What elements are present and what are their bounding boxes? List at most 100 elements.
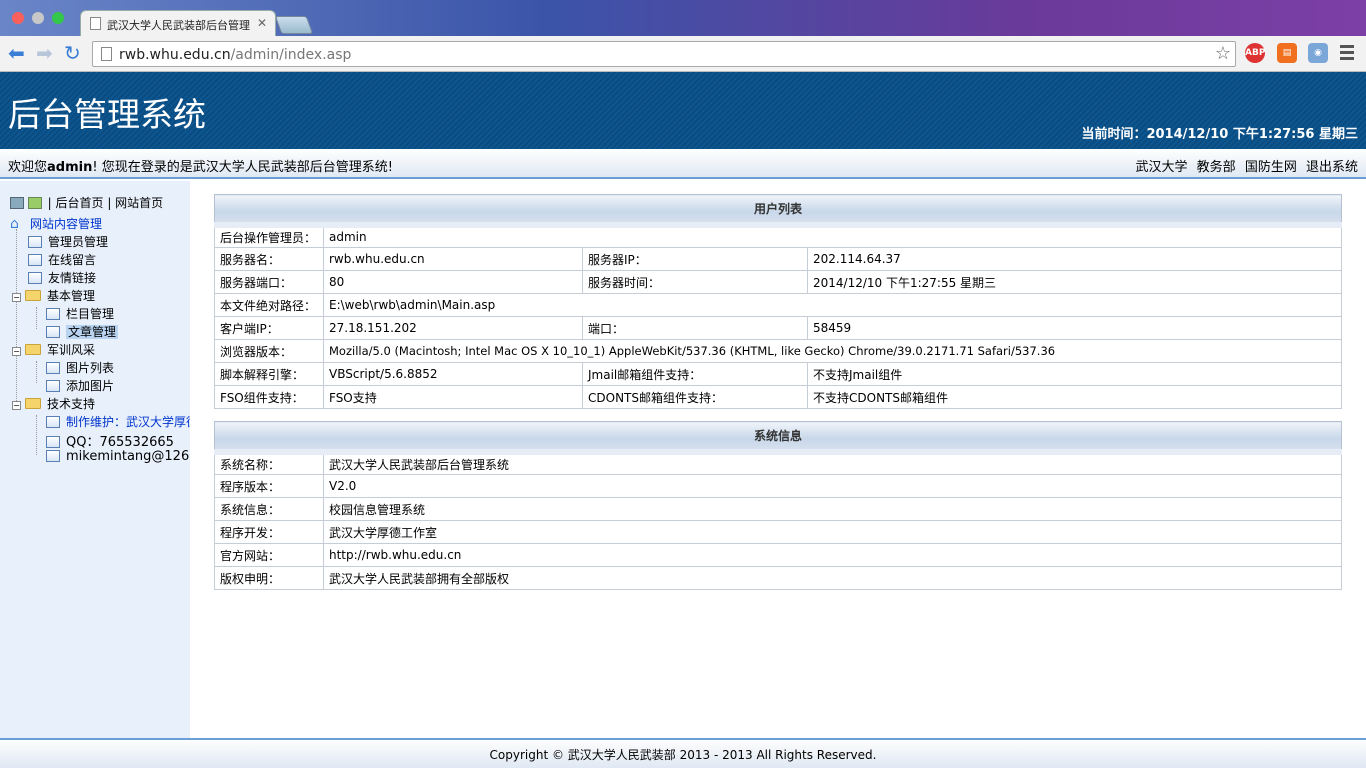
sidebar-folder-support[interactable]: − 技术支持 (12, 395, 95, 412)
zoom-window-button[interactable] (52, 12, 64, 24)
table-row: 客户端IP： 27.18.151.202 端口： 58459 (214, 316, 1342, 340)
forward-arrow-icon[interactable]: ➡ (36, 42, 53, 64)
sidebar-item-links[interactable]: 友情链接 (28, 269, 96, 286)
row-value: V2.0 (323, 474, 1342, 498)
tree-collapse-icon[interactable] (10, 197, 24, 209)
folder-open-icon (25, 344, 41, 355)
row-label: 本文件绝对路径： (214, 293, 324, 317)
close-tab-icon[interactable]: ✕ (257, 16, 267, 30)
sidebar-item-label: mikemintang@126.com (66, 449, 190, 464)
page-title: 后台管理系统 (8, 95, 206, 134)
url-host: rwb.whu.edu.cn (119, 47, 231, 63)
browser-toolbar: ⬅ ➡ ↻ rwb.whu.edu.cn/admin/index.asp ☆ A… (0, 36, 1366, 72)
row-label: Jmail邮箱组件支持： (582, 362, 808, 386)
back-arrow-icon[interactable]: ⬅ (8, 42, 25, 64)
new-tab-button[interactable] (274, 16, 314, 34)
logout-link[interactable]: 退出系统 (1306, 160, 1358, 175)
row-value[interactable]: http://rwb.whu.edu.cn (323, 543, 1342, 567)
username: admin (47, 160, 93, 175)
page-icon (90, 17, 101, 30)
page-header: 后台管理系统 当前时间：2014/12/10 下午1:27:56 星期三 (0, 72, 1366, 149)
row-value: 202.114.64.37 (807, 247, 1342, 271)
browser-tab[interactable]: 武汉大学人民武装部后台管理 ✕ (80, 10, 276, 36)
minimize-window-button[interactable] (32, 12, 44, 24)
row-value: 58459 (807, 316, 1342, 340)
table-row: 官方网站： http://rwb.whu.edu.cn (214, 543, 1342, 567)
bookmark-star-icon[interactable]: ☆ (1215, 43, 1231, 64)
sidebar-item-messages[interactable]: 在线留言 (28, 251, 96, 268)
row-value: Mozilla/5.0 (Macintosh; Intel Mac OS X 1… (323, 339, 1342, 363)
table-row: 版权申明： 武汉大学人民武装部拥有全部版权 (214, 566, 1342, 590)
tree-root-label: 网站内容管理 (30, 217, 103, 231)
page-icon (46, 308, 60, 320)
system-info-table: 系统信息 系统名称： 武汉大学人民武装部后台管理系统 程序版本： V2.0 系统信息… (214, 421, 1342, 590)
table-row: 系统名称： 武汉大学人民武装部后台管理系统 (214, 451, 1342, 475)
sidebar-folder-training[interactable]: − 军训风采 (12, 341, 95, 358)
collapse-toggle-icon[interactable]: − (12, 347, 21, 356)
sidebar-item-columns[interactable]: 栏目管理 (46, 305, 114, 322)
tree-line (36, 415, 37, 455)
link-whu[interactable]: 武汉大学 (1136, 160, 1188, 175)
table-row: FSO组件支持： FSO支持 CDONTS邮箱组件支持： 不支持CDONTS邮箱组件 (214, 385, 1342, 409)
table-row: 系统信息： 校园信息管理系统 (214, 497, 1342, 521)
row-label: 版权申明： (214, 566, 324, 590)
row-label: 程序版本： (214, 474, 324, 498)
row-value: 80 (323, 270, 583, 294)
sidebar-item-image-list[interactable]: 图片列表 (46, 359, 114, 376)
row-label: 浏览器版本： (214, 339, 324, 363)
top-links: 武汉大学 教务部 国防生网 退出系统 (1131, 156, 1358, 175)
main-content: 用户列表 后台操作管理员： admin 服务器名： rwb.whu.edu.cn 服务… (214, 194, 1342, 590)
welcome-bar: 欢迎您admin! 您现在登录的是武汉大学人民武装部后台管理系统! 武汉大学 教… (0, 149, 1366, 179)
sidebar-item-maintainer[interactable]: 制作维护：武汉大学厚德 (46, 413, 190, 430)
sidebar-item-label: 友情链接 (48, 271, 97, 285)
tab-title: 武汉大学人民武装部后台管理 (107, 19, 250, 32)
extension-icon[interactable]: ▤ (1277, 43, 1297, 63)
sidebar-item-add-image[interactable]: 添加图片 (46, 377, 114, 394)
sidebar-item-admin[interactable]: 管理员管理 (28, 233, 108, 250)
table-row: 本文件绝对路径： E:\web\rwb\admin\Main.asp (214, 293, 1342, 317)
row-label: 服务器名： (214, 247, 324, 271)
menu-icon[interactable] (1340, 45, 1354, 63)
sidebar-item-articles[interactable]: 文章管理 (46, 323, 119, 340)
link-guofangsheng[interactable]: 国防生网 (1245, 160, 1297, 175)
collapse-toggle-icon[interactable]: − (12, 401, 21, 410)
tree-root[interactable]: ⌂ 网站内容管理 (10, 215, 102, 232)
sidebar-folder-basic[interactable]: − 基本管理 (12, 287, 95, 304)
page-icon (28, 236, 42, 248)
camera-extension-icon[interactable]: ◉ (1308, 43, 1328, 63)
table-row: 浏览器版本： Mozilla/5.0 (Macintosh; Intel Mac … (214, 339, 1342, 363)
sidebar-item-label: 图片列表 (66, 361, 115, 375)
table-title: 用户列表 (214, 194, 1342, 228)
url-text[interactable]: rwb.whu.edu.cn/admin/index.asp (119, 47, 351, 63)
user-info-table: 用户列表 后台操作管理员： admin 服务器名： rwb.whu.edu.cn 服务… (214, 194, 1342, 409)
sidebar-item-qq[interactable]: QQ：765532665 (46, 431, 174, 450)
folder-open-icon (25, 398, 41, 409)
sidebar-item-email[interactable]: mikemintang@126.com (46, 449, 190, 464)
row-value: rwb.whu.edu.cn (323, 247, 583, 271)
page-icon (101, 47, 112, 61)
row-label: 客户端IP： (214, 316, 324, 340)
sidebar-home-links[interactable]: | 后台首页 | 网站首页 (48, 196, 164, 210)
collapse-toggle-icon[interactable]: − (12, 293, 21, 302)
tree-line (36, 307, 37, 329)
tree-expand-icon[interactable] (27, 197, 42, 209)
welcome-message: 欢迎您admin! 您现在登录的是武汉大学人民武装部后台管理系统! (8, 156, 393, 175)
row-value: VBScript/5.6.8852 (323, 362, 583, 386)
tree-line (16, 229, 17, 403)
row-label: 脚本解释引擎： (214, 362, 324, 386)
url-path: /admin/index.asp (230, 47, 352, 63)
close-window-button[interactable] (12, 12, 24, 24)
adblock-extension-icon[interactable]: ABP (1245, 43, 1265, 63)
page-icon (28, 272, 42, 284)
row-label: 服务器端口： (214, 270, 324, 294)
page-icon (46, 380, 60, 392)
reload-icon[interactable]: ↻ (64, 42, 81, 64)
sidebar-toplinks: | 后台首页 | 网站首页 (10, 194, 163, 211)
sidebar-item-label: 军训风采 (47, 343, 96, 357)
row-label: 端口： (582, 316, 808, 340)
browser-titlebar: 武汉大学人民武装部后台管理 ✕ (0, 0, 1366, 36)
page-icon (46, 450, 60, 462)
row-value: 校园信息管理系统 (323, 497, 1342, 521)
link-jiaowu[interactable]: 教务部 (1197, 160, 1236, 175)
address-bar[interactable]: rwb.whu.edu.cn/admin/index.asp ☆ (92, 41, 1236, 67)
